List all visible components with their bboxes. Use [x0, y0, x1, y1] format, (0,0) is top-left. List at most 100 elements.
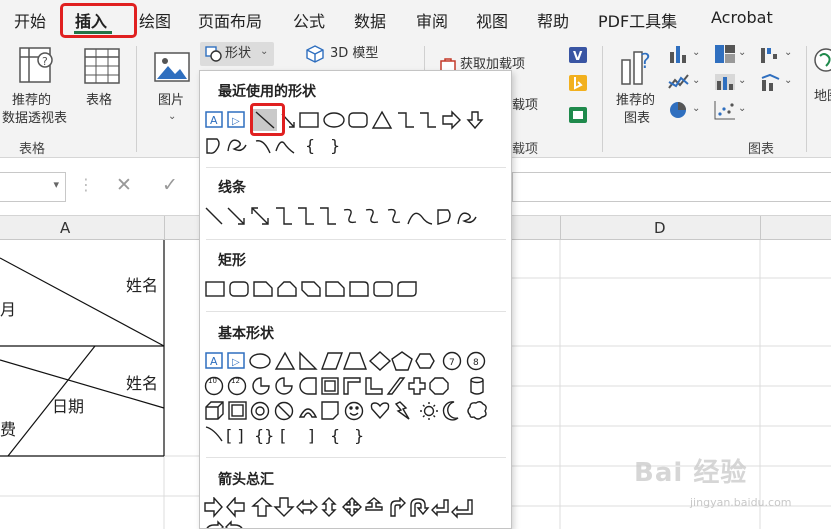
bent-arrow-shape[interactable]: [390, 497, 406, 517]
text-box-shape[interactable]: A: [205, 352, 223, 369]
scribble-shape[interactable]: [457, 212, 477, 225]
elbow-double-arrow-connector-shape[interactable]: [320, 207, 336, 225]
tab-review[interactable]: 审阅: [416, 8, 448, 32]
double-brace-shape[interactable]: {}: [254, 426, 274, 445]
donut-shape[interactable]: [250, 401, 270, 421]
round-diagonal-rectangle-shape[interactable]: [397, 281, 417, 297]
can-shape[interactable]: [470, 376, 484, 395]
round-corner-rectangle-shape[interactable]: [349, 281, 369, 297]
bing-maps-icon[interactable]: [568, 74, 588, 92]
rounded-rectangle-shape[interactable]: [348, 112, 368, 128]
pictures-button[interactable]: 图片 ⌄: [150, 42, 196, 132]
recommended-pivot-button[interactable]: ? 推荐的 数据透视表: [2, 42, 76, 132]
line-chart-button[interactable]: ⌄: [668, 72, 704, 94]
right-arrow-shape[interactable]: [442, 110, 461, 130]
table-button[interactable]: 表格: [80, 42, 124, 132]
block-arc-shape[interactable]: [298, 408, 318, 418]
tab-page-layout[interactable]: 页面布局: [198, 8, 262, 32]
l-shape[interactable]: [365, 377, 383, 395]
snip-round-rectangle-shape[interactable]: [325, 281, 345, 297]
triangle-shape[interactable]: [371, 110, 393, 129]
pie-chart-button[interactable]: ⌄: [668, 100, 704, 122]
enter-icon[interactable]: ✓: [162, 174, 178, 196]
frame-shape[interactable]: [321, 377, 339, 395]
arc-shape[interactable]: [255, 140, 271, 154]
globe-icon[interactable]: [812, 46, 831, 82]
cube-shape[interactable]: [205, 401, 224, 420]
curve-shape[interactable]: [275, 141, 295, 154]
vertical-text-box-shape[interactable]: ▷: [227, 352, 245, 369]
tab-formulas[interactable]: 公式: [293, 8, 325, 32]
elbow-connector-shape[interactable]: [276, 207, 292, 225]
snip-same-side-rectangle-shape[interactable]: [277, 281, 297, 297]
arc-shape[interactable]: [205, 426, 223, 442]
double-bracket-shape[interactable]: [ ]: [226, 426, 244, 445]
right-arrow-shape[interactable]: [204, 497, 223, 518]
tab-pdf-tools[interactable]: PDF工具集: [598, 8, 677, 32]
3d-model-button[interactable]: 3D 模型: [304, 42, 394, 66]
tab-acrobat[interactable]: Acrobat: [711, 8, 773, 27]
curved-right-arrow-shape[interactable]: [205, 520, 224, 529]
maps-label[interactable]: 地图: [814, 88, 831, 105]
combo-chart-button[interactable]: ⌄: [760, 72, 796, 94]
formula-input[interactable]: [512, 172, 831, 202]
statistic-chart-button[interactable]: ⌄: [714, 72, 750, 94]
elbow-arrow-connector-shape[interactable]: [420, 112, 436, 128]
chord-shape[interactable]: [275, 377, 293, 395]
up-down-arrow-shape[interactable]: [321, 497, 337, 517]
tab-draw[interactable]: 绘图: [139, 8, 171, 32]
visio-icon[interactable]: V: [568, 46, 588, 64]
diamond-shape[interactable]: [368, 351, 392, 371]
people-graph-icon[interactable]: [568, 106, 588, 124]
folded-corner-shape[interactable]: [321, 401, 339, 420]
left-brace-shape[interactable]: {: [330, 426, 340, 445]
right-brace-shape[interactable]: }: [354, 426, 364, 445]
partial-circle-shape[interactable]: [252, 377, 270, 395]
quad-arrow-shape[interactable]: [342, 497, 362, 517]
tab-data[interactable]: 数据: [354, 8, 386, 32]
right-brace-shape[interactable]: }: [330, 136, 340, 155]
bevel-shape[interactable]: [228, 401, 247, 420]
vertical-text-box-shape[interactable]: ▷: [227, 111, 245, 128]
recommended-charts-button[interactable]: ? 推荐的 图表: [612, 42, 664, 132]
curved-left-arrow-shape[interactable]: [225, 520, 244, 529]
no-symbol-shape[interactable]: [274, 401, 294, 421]
arrow-line-shape[interactable]: [227, 207, 245, 225]
hexagon-shape[interactable]: [415, 353, 435, 369]
right-bracket-shape[interactable]: ]: [308, 426, 314, 445]
triangle-shape[interactable]: [274, 351, 296, 370]
plaque-shape[interactable]: [429, 377, 449, 395]
rounded-rectangle-shape[interactable]: [229, 281, 249, 297]
cloud-shape[interactable]: [467, 401, 487, 420]
waterfall-chart-button[interactable]: ⌄: [760, 44, 796, 66]
left-arrow-shape[interactable]: [226, 497, 245, 518]
my-addins-label[interactable]: 载项: [512, 97, 538, 114]
snip-diagonal-rectangle-shape[interactable]: [301, 281, 321, 297]
curve-shape[interactable]: [407, 212, 433, 225]
scribble-shape[interactable]: [227, 139, 247, 152]
heart-shape[interactable]: [370, 402, 390, 420]
elbow-arrow-connector-shape[interactable]: [298, 207, 314, 225]
cross-shape[interactable]: [408, 377, 426, 395]
double-arrow-line-shape[interactable]: [251, 207, 269, 225]
teardrop-shape[interactable]: [299, 377, 317, 395]
left-up-arrow-shape[interactable]: [431, 499, 449, 517]
left-brace-shape[interactable]: {: [305, 136, 315, 155]
scatter-chart-button[interactable]: ⌄: [714, 100, 750, 122]
column-header-d[interactable]: D: [654, 219, 666, 237]
smiley-face-shape[interactable]: [344, 401, 364, 421]
moon-shape[interactable]: [442, 401, 459, 421]
pentagon-shape[interactable]: [391, 351, 413, 371]
freeform-shape[interactable]: [437, 209, 451, 225]
cancel-icon[interactable]: ✕: [116, 174, 132, 196]
elbow-connector-shape[interactable]: [398, 112, 414, 128]
oval-shape[interactable]: [249, 353, 271, 369]
column-chart-button[interactable]: ⌄: [668, 44, 704, 66]
left-bracket-shape[interactable]: [: [280, 426, 286, 445]
tab-help[interactable]: 帮助: [537, 8, 569, 32]
hierarchy-chart-button[interactable]: ⌄: [714, 44, 750, 66]
down-arrow-shape[interactable]: [273, 497, 295, 517]
trapezoid-shape[interactable]: [342, 352, 368, 370]
lightning-bolt-shape[interactable]: [394, 401, 410, 420]
up-arrow-shape[interactable]: [251, 497, 273, 517]
